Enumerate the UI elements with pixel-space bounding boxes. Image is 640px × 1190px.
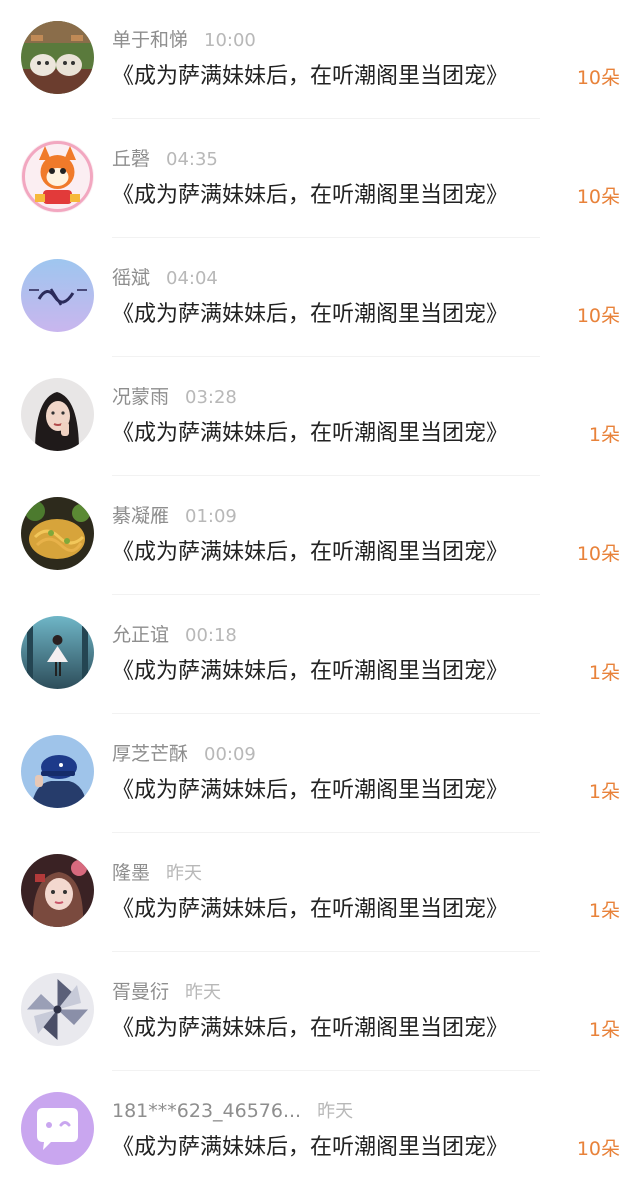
list-item[interactable]: 隆墨 昨天 《成为萨满妹妹后，在听潮阁里当团宠》 1朵 [0,833,640,952]
user-name[interactable]: 丘磬 [112,148,150,170]
avatar[interactable] [21,378,94,451]
book-title[interactable]: 《成为萨满妹妹后，在听潮阁里当团宠》 [112,181,508,211]
user-name[interactable]: 允正谊 [112,624,169,646]
book-title[interactable]: 《成为萨满妹妹后，在听潮阁里当团宠》 [112,1133,508,1163]
timestamp: 00:18 [185,625,237,646]
list-item[interactable]: 况蒙雨 03:28 《成为萨满妹妹后，在听潮阁里当团宠》 1朵 [0,357,640,476]
avatar[interactable] [21,735,94,808]
gift-count: 1朵 [588,424,620,446]
user-name[interactable]: 胥曼衍 [112,981,169,1003]
timestamp: 03:28 [185,387,237,408]
timestamp: 10:00 [204,30,256,51]
item-meta: 允正谊 00:18 [112,623,237,647]
gift-count: 10朵 [576,543,620,565]
book-title[interactable]: 《成为萨满妹妹后，在听潮阁里当团宠》 [112,62,508,92]
avatar[interactable] [21,1092,94,1165]
timestamp: 00:09 [204,744,256,765]
item-meta: 181***623_46576... 昨天 [112,1099,353,1123]
item-meta: 徭斌 04:04 [112,266,218,290]
avatar-girl-icon [21,854,94,927]
avatar[interactable] [21,616,94,689]
book-title[interactable]: 《成为萨满妹妹后，在听潮阁里当团宠》 [112,776,508,806]
gift-list: 单于和悌10:00 《成为萨满妹妹后，在听潮阁里当团宠》 10朵 丘磬04: [0,0,640,1188]
book-title[interactable]: 《成为萨满妹妹后，在听潮阁里当团宠》 [112,657,508,687]
gift-count: 1朵 [588,900,620,922]
avatar-figure-stage-icon [21,616,94,689]
avatar[interactable] [21,497,94,570]
item-meta: 单于和悌 10:00 [112,28,256,52]
avatar-cartoon-fox-icon [21,140,94,213]
item-meta: 胥曼衍 昨天 [112,980,221,1004]
timestamp: 01:09 [185,506,237,527]
timestamp: 昨天 [185,982,222,1003]
list-item[interactable]: 厚芝芒酥 00:09 《成为萨满妹妹后，在听潮阁里当团宠》 1朵 [0,714,640,833]
list-item[interactable]: 181***623_46576... 昨天 《成为萨满妹妹后，在听潮阁里当团宠》 … [0,1071,640,1190]
avatar[interactable] [21,21,94,94]
user-name[interactable]: 况蒙雨 [112,386,169,408]
avatar[interactable] [21,140,94,213]
user-name[interactable]: 181***623_46576... [112,1100,301,1122]
book-title[interactable]: 《成为萨满妹妹后，在听潮阁里当团宠》 [112,300,508,330]
book-title[interactable]: 《成为萨满妹妹后，在听潮阁里当团宠》 [112,1014,508,1044]
timestamp: 昨天 [166,863,203,884]
user-name[interactable]: 綦凝雁 [112,505,169,527]
user-name[interactable]: 隆墨 [112,862,150,884]
gift-count: 10朵 [576,67,620,89]
book-title[interactable]: 《成为萨满妹妹后，在听潮阁里当团宠》 [112,895,508,925]
gift-count: 1朵 [588,1019,620,1041]
avatar-pinwheel-icon [21,973,94,1046]
list-item[interactable]: 允正谊 00:18 《成为萨满妹妹后，在听潮阁里当团宠》 1朵 [0,595,640,714]
avatar[interactable] [21,973,94,1046]
item-meta: 綦凝雁 01:09 [112,504,237,528]
gift-count: 10朵 [576,186,620,208]
gift-count: 10朵 [576,1138,620,1160]
book-title[interactable]: 《成为萨满妹妹后，在听潮阁里当团宠》 [112,419,508,449]
user-name[interactable]: 单于和悌 [112,29,188,51]
user-name[interactable]: 徭斌 [112,267,150,289]
item-meta: 丘磬 04:35 [112,147,218,171]
item-meta: 况蒙雨 03:28 [112,385,237,409]
list-item[interactable]: 单于和悌 10:00 《成为萨满妹妹后，在听潮阁里当团宠》 10朵 [0,0,640,119]
list-item[interactable]: 徭斌 04:04 《成为萨满妹妹后，在听潮阁里当团宠》 10朵 [0,238,640,357]
user-name[interactable]: 厚芝芒酥 [112,743,188,765]
avatar-blue-cap-icon [21,735,94,808]
avatar-calligraphy-icon [21,259,94,332]
timestamp: 04:04 [166,268,218,289]
avatar-cat-figurines-icon [21,21,94,94]
timestamp: 04:35 [166,149,218,170]
book-title[interactable]: 《成为萨满妹妹后，在听潮阁里当团宠》 [112,538,508,568]
avatar[interactable] [21,854,94,927]
item-meta: 隆墨 昨天 [112,861,202,885]
gift-count: 1朵 [588,781,620,803]
timestamp: 昨天 [317,1101,354,1122]
avatar-portrait-icon [21,378,94,451]
item-meta: 厚芝芒酥 00:09 [112,742,256,766]
list-item[interactable]: 胥曼衍 昨天 《成为萨满妹妹后，在听潮阁里当团宠》 1朵 [0,952,640,1071]
avatar[interactable] [21,259,94,332]
avatar-food-icon [21,497,94,570]
avatar-default-chat-icon [21,1092,94,1165]
gift-count: 1朵 [588,662,620,684]
list-item[interactable]: 丘磬 04:35 《成为萨满妹妹后，在听潮阁里当团宠》 10朵 [0,119,640,238]
gift-count: 10朵 [576,305,620,327]
list-item[interactable]: 綦凝雁 01:09 《成为萨满妹妹后，在听潮阁里当团宠》 10朵 [0,476,640,595]
